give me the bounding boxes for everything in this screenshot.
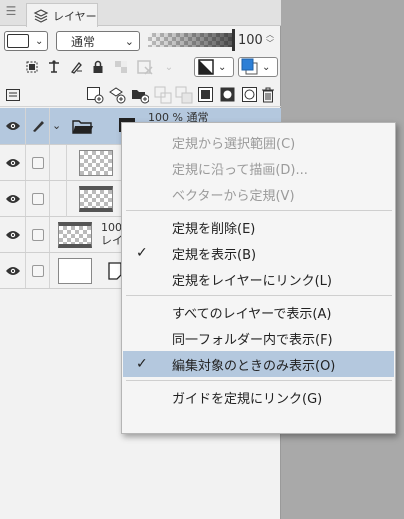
eye-icon: [5, 194, 20, 203]
transfer-down-icon[interactable]: [154, 86, 172, 104]
draft-layer-icon[interactable]: [67, 58, 85, 76]
layer-checkbox-cell[interactable]: [26, 217, 50, 252]
paper-icon: [108, 262, 122, 280]
visibility-toggle[interactable]: [0, 145, 26, 180]
color-swap-icon: [241, 58, 258, 75]
folder-open-icon: [72, 120, 93, 134]
opacity-value[interactable]: 100: [238, 33, 263, 48]
hamburger-icon[interactable]: ☰: [4, 4, 18, 18]
lock-transparency-icon[interactable]: [112, 58, 130, 76]
chevron-down-icon: ⌄: [262, 61, 271, 73]
opacity-fill: [148, 33, 232, 47]
layer-checkbox[interactable]: [31, 264, 44, 277]
layer-checkbox-cell[interactable]: [26, 181, 50, 216]
ruler-context-menu: 定規から選択範囲(C) 定規に沿って描画(D)... ベクターから定規(V) 定規を削…: [121, 122, 396, 434]
menu-item[interactable]: 同一フォルダー内で表示(F): [123, 325, 394, 351]
menu-separator: [126, 380, 392, 381]
layer-opacity: 100: [101, 221, 122, 234]
blend-mode-select[interactable]: 通常 ⌄: [56, 31, 140, 51]
layer-list-icon[interactable]: [4, 86, 22, 104]
layer-thumbnail: [58, 222, 92, 248]
menu-item[interactable]: 定規をレイヤーにリンク(L): [123, 266, 394, 292]
menu-item[interactable]: 定規に沿って描画(D)...: [123, 155, 394, 181]
color-swatch-box: [7, 34, 29, 48]
menu-separator: [126, 295, 392, 296]
menu-item-label: 定規から選択範囲(C): [172, 136, 296, 152]
reference-layer-icon[interactable]: [45, 58, 63, 76]
layer-name: レイ: [101, 234, 123, 247]
tree-line: [66, 145, 67, 181]
checkmark-icon: ✓: [136, 245, 148, 261]
layer-property-toolbar: ⌄ ⌄ ⌄: [0, 57, 281, 80]
eye-icon: [5, 122, 20, 130]
blend-mode-value: 通常: [71, 34, 96, 49]
menu-item-label: ベクターから定規(V): [172, 188, 295, 204]
chevron-down-icon: ⌄: [124, 34, 134, 48]
opacity-slider-handle[interactable]: [232, 29, 235, 51]
layer-thumbnail: [79, 186, 113, 212]
visibility-toggle[interactable]: [0, 217, 26, 252]
menu-item[interactable]: ✓ 編集対象のときのみ表示(O): [123, 351, 394, 377]
apply-mask-icon[interactable]: [219, 86, 237, 104]
layer-checkbox[interactable]: [31, 156, 44, 169]
ruler-icon[interactable]: [241, 86, 259, 104]
tab-label: レイヤー: [53, 9, 97, 23]
layer-color-dropdown[interactable]: ⌄: [194, 57, 234, 77]
visibility-toggle[interactable]: [0, 181, 26, 216]
color-swatch-dropdown[interactable]: ⌄: [4, 31, 48, 51]
menu-item[interactable]: 定規から選択範囲(C): [123, 129, 394, 155]
clipping-icon[interactable]: [23, 58, 41, 76]
checkmark-icon: ✓: [136, 356, 148, 372]
visibility-toggle[interactable]: [0, 108, 26, 144]
menu-item-label: 定規をレイヤーにリンク(L): [172, 273, 332, 289]
menu-item-label: 同一フォルダー内で表示(F): [172, 332, 333, 348]
edit-target-indicator[interactable]: [26, 108, 50, 144]
chevron-down-icon[interactable]: ⌄: [52, 119, 61, 132]
new-vector-layer-icon[interactable]: [108, 86, 126, 104]
chevron-down-icon[interactable]: ⌄: [160, 58, 178, 76]
visibility-toggle[interactable]: [0, 253, 26, 288]
chevron-down-icon: ⌄: [35, 35, 44, 47]
eye-icon: [5, 266, 20, 275]
layers-icon: [33, 8, 49, 23]
menu-item[interactable]: ベクターから定規(V): [123, 181, 394, 207]
tab-layer[interactable]: レイヤー: [26, 3, 98, 27]
menu-item[interactable]: 定規を削除(E): [123, 214, 394, 240]
new-raster-layer-icon[interactable]: [86, 86, 104, 104]
layer-thumbnail: [79, 150, 113, 176]
menu-item-label: 定規を削除(E): [172, 221, 256, 237]
menu-item-label: 編集対象のときのみ表示(O): [172, 358, 336, 374]
lock-icon[interactable]: [89, 58, 107, 76]
eye-icon: [5, 230, 20, 239]
eye-icon: [5, 158, 20, 167]
pen-ruler-icon: [198, 59, 214, 75]
menu-item[interactable]: ガイドを定規にリンク(G): [123, 384, 394, 410]
mask-enable-icon[interactable]: [136, 58, 154, 76]
pen-icon: [32, 121, 44, 132]
tree-line: [66, 181, 67, 217]
layer-fill-color-dropdown[interactable]: ⌄: [238, 57, 278, 77]
trash-icon[interactable]: [259, 86, 277, 104]
opacity-slider[interactable]: [148, 33, 232, 47]
layer-thumbnail: [58, 258, 92, 284]
layer-checkbox[interactable]: [31, 192, 44, 205]
opacity-spinner[interactable]: ︿ ﹀: [266, 30, 274, 48]
menu-item[interactable]: すべてのレイヤーで表示(A): [123, 299, 394, 325]
menu-item-label: ガイドを定規にリンク(G): [172, 391, 323, 407]
layer-checkbox[interactable]: [31, 228, 44, 241]
layer-checkbox-cell[interactable]: [26, 253, 50, 288]
layer-checkbox-cell[interactable]: [26, 145, 50, 180]
layer-action-toolbar: [0, 83, 281, 107]
menu-item-label: 定規を表示(B): [172, 247, 257, 263]
create-mask-icon[interactable]: [197, 86, 215, 104]
menu-item-label: 定規に沿って描画(D)...: [172, 162, 308, 178]
menu-separator: [126, 210, 392, 211]
new-folder-icon[interactable]: [131, 86, 149, 104]
chevron-down-icon: ⌄: [218, 61, 227, 73]
panel-tab-bar: ☰ レイヤー: [0, 0, 281, 27]
merge-down-icon[interactable]: [175, 86, 193, 104]
menu-item[interactable]: ✓ 定規を表示(B): [123, 240, 394, 266]
menu-item-label: すべてのレイヤーで表示(A): [172, 306, 332, 322]
